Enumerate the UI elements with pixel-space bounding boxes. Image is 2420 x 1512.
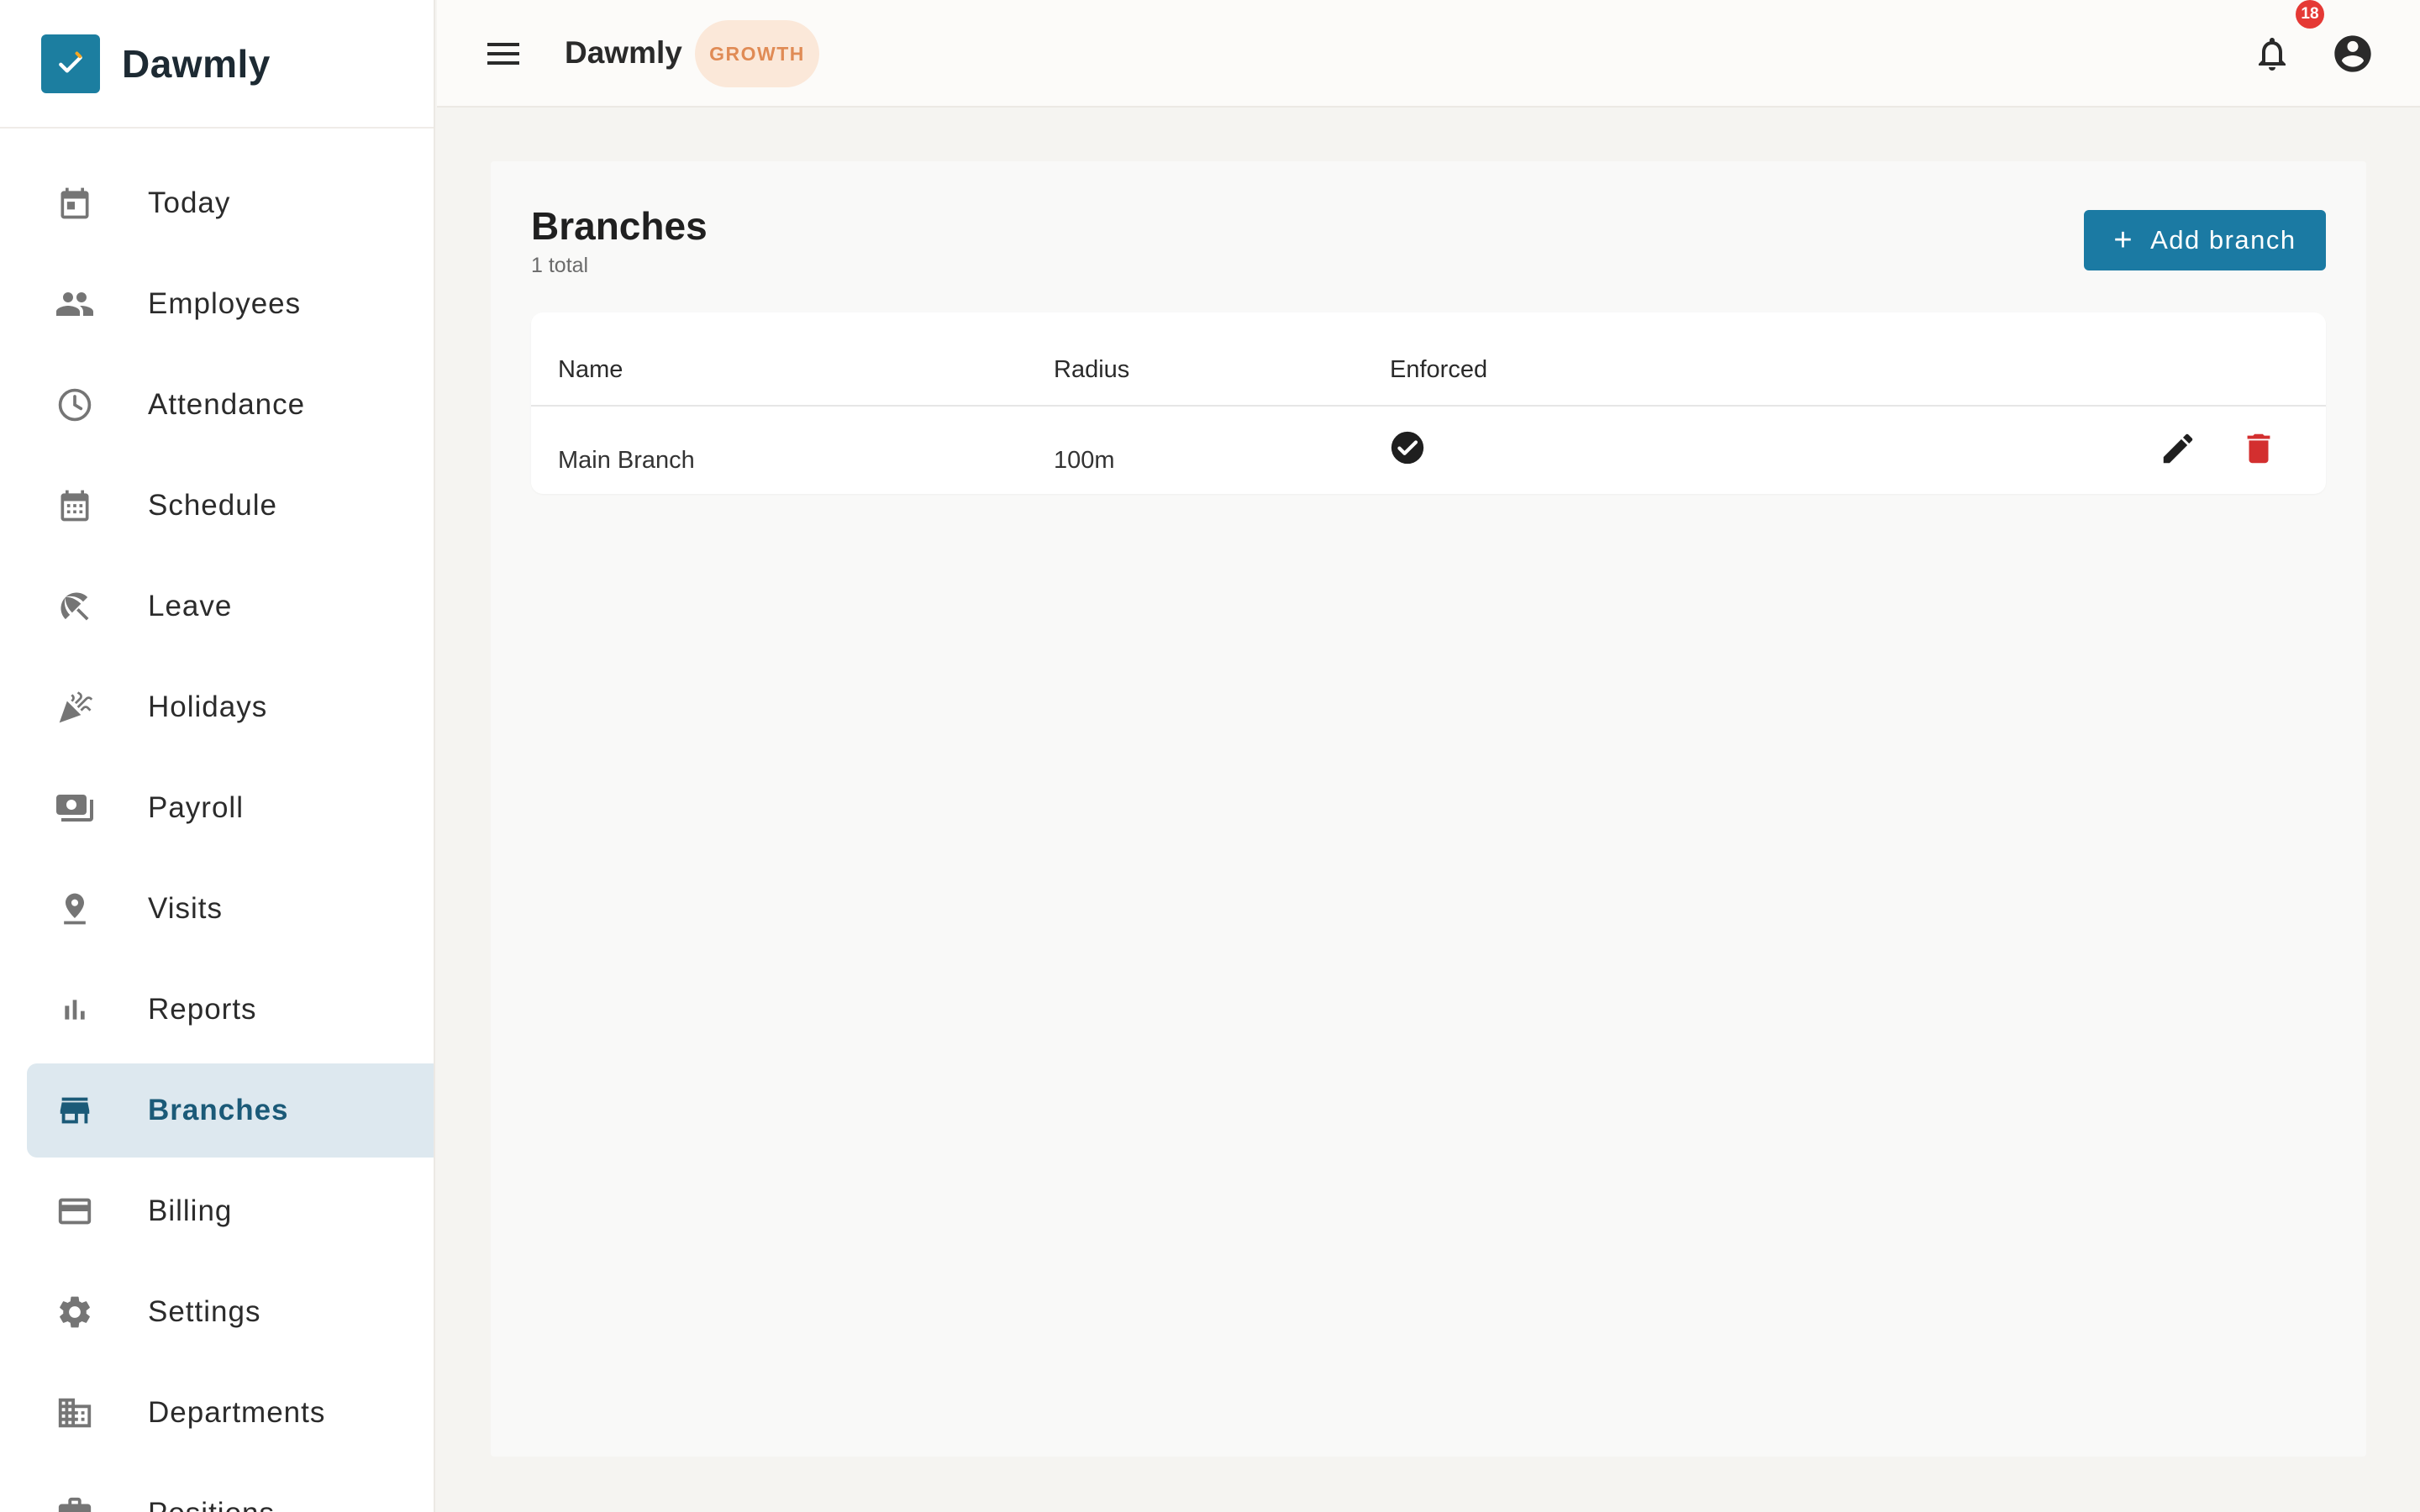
sidebar-item-label: Branches — [148, 1094, 289, 1126]
header-divider — [531, 405, 2326, 407]
column-header-radius[interactable]: Radius — [1054, 356, 1129, 384]
add-branch-button[interactable]: + Add branch — [2084, 210, 2326, 270]
plan-badge: GROWTH — [695, 20, 819, 87]
clock-icon — [55, 385, 95, 425]
notification-count-badge: 18 — [2296, 0, 2324, 29]
sidebar-item-leave[interactable]: Leave — [27, 559, 434, 654]
sidebar-item-branches[interactable]: Branches — [27, 1063, 434, 1158]
sidebar-item-positions[interactable]: Positions — [27, 1467, 434, 1512]
calendar-today-icon — [55, 183, 95, 223]
sidebar-item-label: Attendance — [148, 388, 306, 421]
page-title: Branches — [531, 204, 708, 248]
sidebar-item-label: Leave — [148, 590, 233, 622]
branches-panel: Branches 1 total + Add branch Name Radiu… — [491, 161, 2366, 1457]
sidebar-item-label: Positions — [148, 1497, 275, 1512]
bar-chart-icon — [55, 990, 95, 1030]
total-count: 1 total — [531, 254, 589, 277]
brand[interactable]: Dawmly — [0, 0, 434, 129]
branch-radius-cell: 100m — [1054, 447, 1115, 474]
column-header-enforced[interactable]: Enforced — [1390, 356, 1487, 384]
sidebar-item-employees[interactable]: Employees — [27, 257, 434, 351]
sidebar-item-label: Visits — [148, 892, 223, 925]
account-circle-icon[interactable] — [2331, 32, 2375, 76]
money-icon — [55, 788, 95, 828]
sidebar-item-billing[interactable]: Billing — [27, 1164, 434, 1258]
sidebar-item-label: Reports — [148, 993, 257, 1026]
party-popper-icon — [55, 687, 95, 727]
people-icon — [55, 284, 95, 324]
edit-icon[interactable] — [2156, 427, 2200, 470]
branches-table: Name Radius Enforced Main Branch 100m — [531, 312, 2326, 494]
sidebar-item-label: Payroll — [148, 791, 244, 824]
sidebar-item-attendance[interactable]: Attendance — [27, 358, 434, 452]
location-pin-icon — [55, 889, 95, 929]
sidebar-item-label: Today — [148, 186, 231, 219]
storefront-icon — [55, 1090, 95, 1131]
column-header-name[interactable]: Name — [558, 356, 623, 384]
check-logo-icon — [41, 34, 100, 93]
sidebar-item-label: Employees — [148, 287, 302, 320]
add-branch-label: Add branch — [2150, 225, 2296, 255]
building-icon — [55, 1393, 95, 1433]
sidebar-item-label: Settings — [148, 1295, 261, 1328]
menu-icon[interactable] — [486, 37, 521, 71]
sidebar-item-settings[interactable]: Settings — [27, 1265, 434, 1359]
delete-icon[interactable] — [2237, 427, 2281, 470]
app-title: Dawmly — [565, 35, 682, 70]
sidebar-item-label: Billing — [148, 1194, 233, 1227]
beach-umbrella-icon — [55, 586, 95, 627]
sidebar-item-today[interactable]: Today — [27, 156, 434, 250]
branch-name-cell: Main Branch — [558, 447, 695, 474]
sidebar-item-label: Holidays — [148, 690, 268, 723]
plus-icon: + — [2113, 223, 2134, 258]
sidebar-item-schedule[interactable]: Schedule — [27, 459, 434, 553]
sidebar: Dawmly Today Employees Attendance Schedu… — [0, 0, 435, 1512]
sidebar-item-label: Schedule — [148, 489, 277, 522]
sidebar-item-holidays[interactable]: Holidays — [27, 660, 434, 754]
gear-icon — [55, 1292, 95, 1332]
topbar: Dawmly GROWTH 18 — [437, 0, 2420, 108]
sidebar-item-visits[interactable]: Visits — [27, 862, 434, 956]
notifications-bell-icon[interactable] — [2252, 34, 2292, 74]
sidebar-item-reports[interactable]: Reports — [27, 963, 434, 1057]
sidebar-item-departments[interactable]: Departments — [27, 1366, 434, 1460]
brand-name: Dawmly — [122, 41, 271, 86]
credit-card-icon — [55, 1191, 95, 1231]
sidebar-item-label: Departments — [148, 1396, 326, 1429]
calendar-grid-icon — [55, 486, 95, 526]
sidebar-item-payroll[interactable]: Payroll — [27, 761, 434, 855]
briefcase-icon — [55, 1494, 95, 1512]
enforced-check-icon — [1388, 428, 1427, 471]
